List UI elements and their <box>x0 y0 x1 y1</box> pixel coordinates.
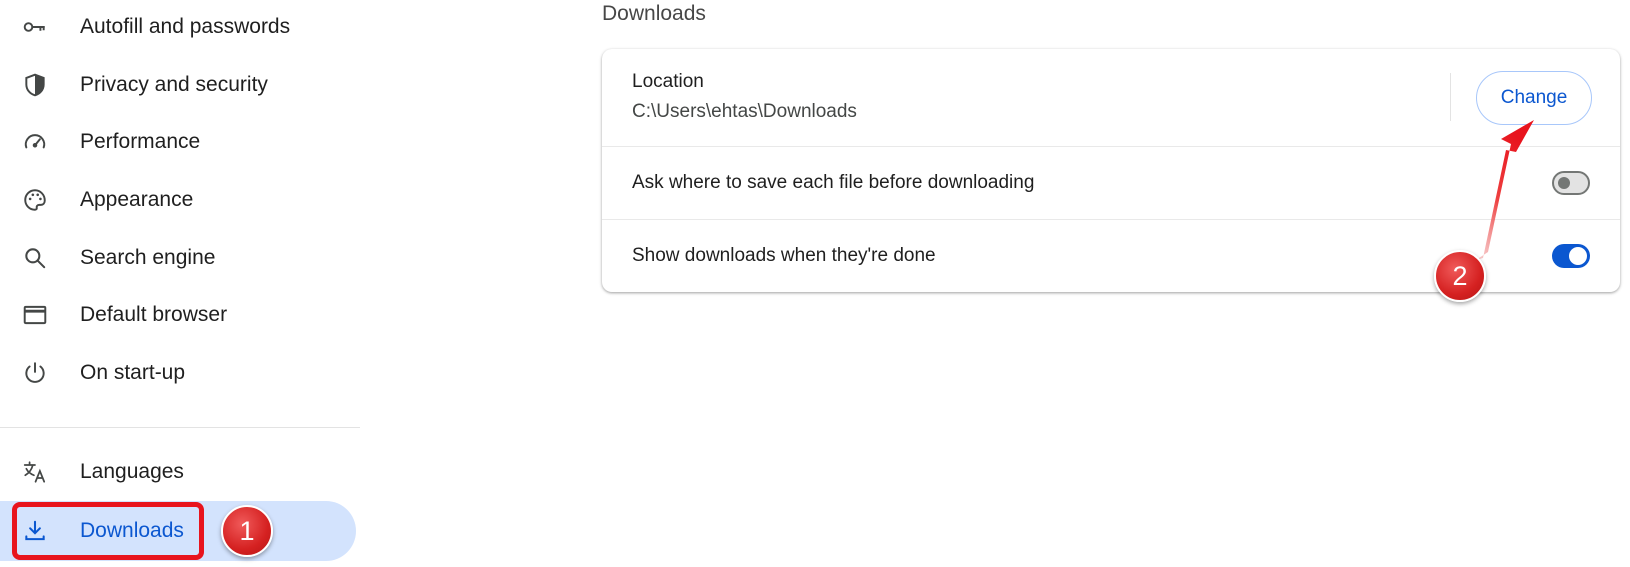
location-row: Location C:\Users\ehtas\Downloads Change <box>602 49 1620 146</box>
change-location-button[interactable]: Change <box>1476 71 1592 125</box>
sidebar-item-on-startup[interactable]: On start-up <box>0 343 356 403</box>
settings-page: Autofill and passwords Privacy and secur… <box>0 0 1630 567</box>
toggle-knob <box>1569 247 1587 265</box>
sidebar-divider <box>0 427 360 428</box>
power-icon <box>22 360 48 386</box>
speedometer-icon <box>22 129 48 155</box>
ask-where-to-save-row[interactable]: Ask where to save each file before downl… <box>602 146 1620 219</box>
sidebar-item-label: Search engine <box>80 246 216 269</box>
sidebar-item-label: Performance <box>80 130 201 153</box>
sidebar-item-label: Languages <box>80 460 184 483</box>
annotation-badge-1: 1 <box>221 505 273 557</box>
ask-where-to-save-toggle[interactable] <box>1552 171 1590 195</box>
shield-icon <box>22 72 48 98</box>
sidebar-item-privacy[interactable]: Privacy and security <box>0 55 356 115</box>
search-icon <box>22 245 48 271</box>
sidebar-item-label: Autofill and passwords <box>80 15 291 38</box>
sidebar-item-search-engine[interactable]: Search engine <box>0 228 356 288</box>
ask-where-to-save-label: Ask where to save each file before downl… <box>632 172 1035 193</box>
sidebar: Autofill and passwords Privacy and secur… <box>0 0 360 567</box>
sidebar-item-languages[interactable]: Languages <box>0 442 356 502</box>
row-separator <box>1450 73 1451 121</box>
show-downloads-toggle[interactable] <box>1552 244 1590 268</box>
sidebar-item-label: Default browser <box>80 303 228 326</box>
page-title: Downloads <box>602 2 706 25</box>
sidebar-item-label: Appearance <box>80 188 194 211</box>
palette-icon <box>22 187 48 213</box>
translate-icon <box>22 459 48 485</box>
show-downloads-label: Show downloads when they're done <box>632 245 936 266</box>
sidebar-item-appearance[interactable]: Appearance <box>0 170 356 230</box>
location-path: C:\Users\ehtas\Downloads <box>632 101 857 122</box>
sidebar-item-performance[interactable]: Performance <box>0 112 356 172</box>
annotation-highlight-box <box>12 502 204 560</box>
location-label: Location <box>632 71 704 92</box>
sidebar-item-label: On start-up <box>80 361 186 384</box>
key-icon <box>22 14 48 40</box>
toggle-knob <box>1558 177 1570 189</box>
sidebar-item-label: Privacy and security <box>80 73 268 96</box>
sidebar-item-autofill[interactable]: Autofill and passwords <box>0 0 356 57</box>
annotation-badge-2: 2 <box>1434 250 1486 302</box>
browser-window-icon <box>22 302 48 328</box>
sidebar-item-default-browser[interactable]: Default browser <box>0 285 356 345</box>
